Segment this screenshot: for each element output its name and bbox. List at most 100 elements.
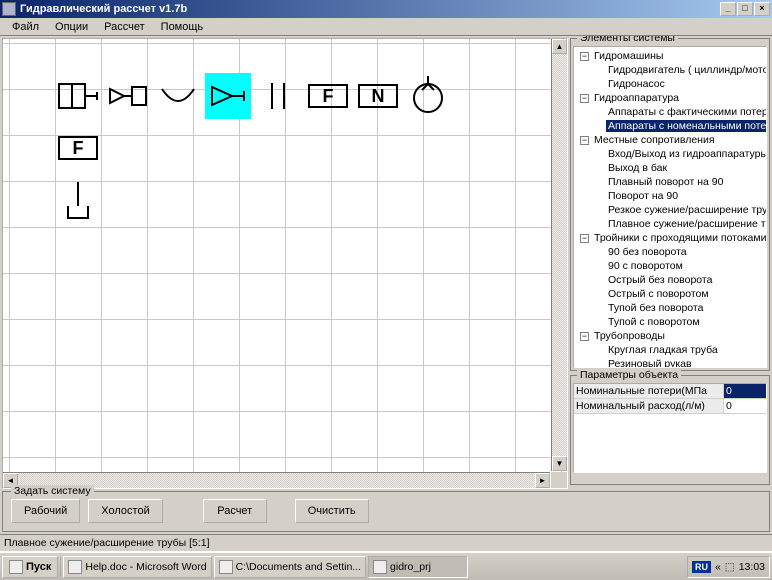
scroll-up-icon[interactable]: ▲ (552, 39, 567, 54)
scroll-track-h[interactable] (18, 473, 535, 488)
tree-toggle-icon[interactable]: − (580, 52, 589, 61)
tree-label: Острый с поворотом (606, 288, 711, 300)
tree-item[interactable]: Резкое сужение/расширение трубы (576, 203, 764, 217)
tree-item[interactable]: Выход в бак (576, 161, 764, 175)
tree-label: Трубопроводы (592, 330, 667, 342)
drawing-canvas[interactable]: F N F (3, 39, 567, 488)
tree-item[interactable]: Гидродвигатель ( циллиндр/мотор ) (576, 63, 764, 77)
tree-toggle-icon[interactable]: − (580, 332, 589, 341)
menu-calc[interactable]: Рассчет (96, 19, 153, 35)
menu-bar: Файл Опции Рассчет Помощь (0, 18, 772, 36)
minimize-button[interactable]: _ (720, 2, 736, 16)
canvas-symbol-boxF[interactable]: F (55, 125, 101, 171)
system-title: Задать систему (11, 485, 94, 497)
tree-item[interactable]: Острый с поворотом (576, 287, 764, 301)
tree-title: Элементы системы (577, 36, 678, 44)
tree-item[interactable]: Плавный поворот на 90 (576, 175, 764, 189)
canvas-symbol-boxF[interactable]: F (305, 73, 351, 119)
vertical-scrollbar[interactable]: ▲ ▼ (551, 39, 567, 471)
tree-label: Выход в бак (606, 162, 669, 174)
tree-item[interactable]: 90 без поворота (576, 245, 764, 259)
clock: 13:03 (739, 561, 765, 573)
language-indicator[interactable]: RU (692, 561, 711, 573)
tray-icon-2[interactable]: ⬚ (725, 561, 735, 573)
tree-item[interactable]: Аппараты с фактическими потерями (576, 105, 764, 119)
canvas-symbol-arc[interactable] (155, 73, 201, 119)
tree-item[interactable]: −Гидроаппаратура (576, 91, 764, 105)
tree-label: Резиновый рукав (606, 358, 694, 368)
menu-file[interactable]: Файл (4, 19, 47, 35)
tree-item[interactable]: 90 с поворотом (576, 259, 764, 273)
tray-icon[interactable]: « (715, 561, 721, 573)
tree-item[interactable]: Поворот на 90 (576, 189, 764, 203)
tree-toggle-icon[interactable]: − (580, 94, 589, 103)
tree-item[interactable]: Круглая гладкая труба (576, 343, 764, 357)
start-button[interactable]: Пуск (2, 556, 58, 578)
tree-item[interactable]: Аппараты с номенальными потерями (576, 119, 764, 133)
tree-item[interactable]: −Гидромашины (576, 49, 764, 63)
param-row[interactable]: Номинальный расход(л/м)0 (574, 399, 766, 414)
tree-label: Местные сопротивления (592, 134, 717, 146)
system-group: Задать систему Рабочий Холостой Расчет О… (2, 491, 770, 532)
tree-label: Острый без поворота (606, 274, 714, 286)
param-value[interactable]: 0 (724, 399, 766, 413)
tree-label: Плавный поворот на 90 (606, 176, 725, 188)
canvas-symbol-cylinder[interactable] (55, 73, 101, 119)
window-titlebar: Гидравлический рассчет v1.7b _ □ × (0, 0, 772, 18)
window-title: Гидравлический рассчет v1.7b (20, 3, 720, 15)
param-row[interactable]: Номинальные потери(МПа0 (574, 384, 766, 399)
menu-help[interactable]: Помощь (153, 19, 212, 35)
raschet-button[interactable]: Расчет (203, 499, 267, 523)
tree-label: 90 с поворотом (606, 260, 685, 272)
tree-label: Гидромашины (592, 50, 665, 62)
tree-toggle-icon[interactable]: − (580, 234, 589, 243)
menu-options[interactable]: Опции (47, 19, 96, 35)
scroll-down-icon[interactable]: ▼ (552, 456, 567, 471)
tree-toggle-icon[interactable]: − (580, 136, 589, 145)
tree-label: Аппараты с номенальными потерями (606, 120, 767, 132)
task-label: C:\Documents and Settin... (236, 561, 361, 573)
tree-item[interactable]: −Местные сопротивления (576, 133, 764, 147)
tree-item[interactable]: Резиновый рукав (576, 357, 764, 368)
svg-text:N: N (372, 86, 385, 106)
taskbar-task[interactable]: C:\Documents and Settin... (214, 556, 366, 578)
maximize-button[interactable]: □ (737, 2, 753, 16)
tree-label: Плавное сужение/расширение трубы (606, 218, 767, 230)
tree-label: Круглая гладкая труба (606, 344, 720, 356)
windows-icon (9, 560, 23, 574)
canvas-symbol-pipes[interactable] (255, 73, 301, 119)
taskbar-task[interactable]: Help.doc - Microsoft Word (63, 556, 211, 578)
tree-item[interactable]: Тупой с поворотом (576, 315, 764, 329)
canvas-symbol-tri[interactable] (205, 73, 251, 119)
scroll-right-icon[interactable]: ► (535, 473, 550, 488)
tree-item[interactable]: Тупой без поворота (576, 301, 764, 315)
tree-label: Гидроаппаратура (592, 92, 681, 104)
app-icon (2, 2, 16, 16)
tree-label: Тупой с поворотом (606, 316, 702, 328)
tree-item[interactable]: −Тройники с проходящими потоками (576, 231, 764, 245)
tree-item[interactable]: Плавное сужение/расширение трубы (576, 217, 764, 231)
taskbar: Пуск Help.doc - Microsoft Word C:\Documen… (0, 552, 772, 580)
canvas-symbol-horn[interactable] (105, 73, 151, 119)
tree-item[interactable]: Гидронасос (576, 77, 764, 91)
close-button[interactable]: × (754, 2, 770, 16)
ochistit-button[interactable]: Очистить (295, 499, 369, 523)
tree-item[interactable]: Вход/Выход из гидроаппаратуры (576, 147, 764, 161)
scroll-track-v[interactable] (552, 54, 567, 456)
holostoy-button[interactable]: Холостой (88, 499, 162, 523)
elements-tree[interactable]: −ГидромашиныГидродвигатель ( циллиндр/мо… (573, 46, 767, 368)
canvas-symbol-tank[interactable] (55, 177, 101, 223)
tree-label: Тупой без поворота (606, 302, 705, 314)
rabochiy-button[interactable]: Рабочий (11, 499, 80, 523)
param-name: Номинальный расход(л/м) (574, 399, 724, 413)
tree-item[interactable]: Острый без поворота (576, 273, 764, 287)
canvas-symbol-boxF[interactable]: N (355, 73, 401, 119)
taskbar-task[interactable]: gidro_prj (368, 556, 468, 578)
param-value[interactable]: 0 (724, 384, 766, 398)
tree-label: Гидронасос (606, 78, 667, 90)
tree-item[interactable]: −Трубопроводы (576, 329, 764, 343)
param-name: Номинальные потери(МПа (574, 384, 724, 398)
parameters-grid[interactable]: Номинальные потери(МПа0Номинальный расхо… (573, 383, 767, 473)
tree-label: Тройники с проходящими потоками (592, 232, 767, 244)
canvas-symbol-pump[interactable] (405, 73, 451, 119)
